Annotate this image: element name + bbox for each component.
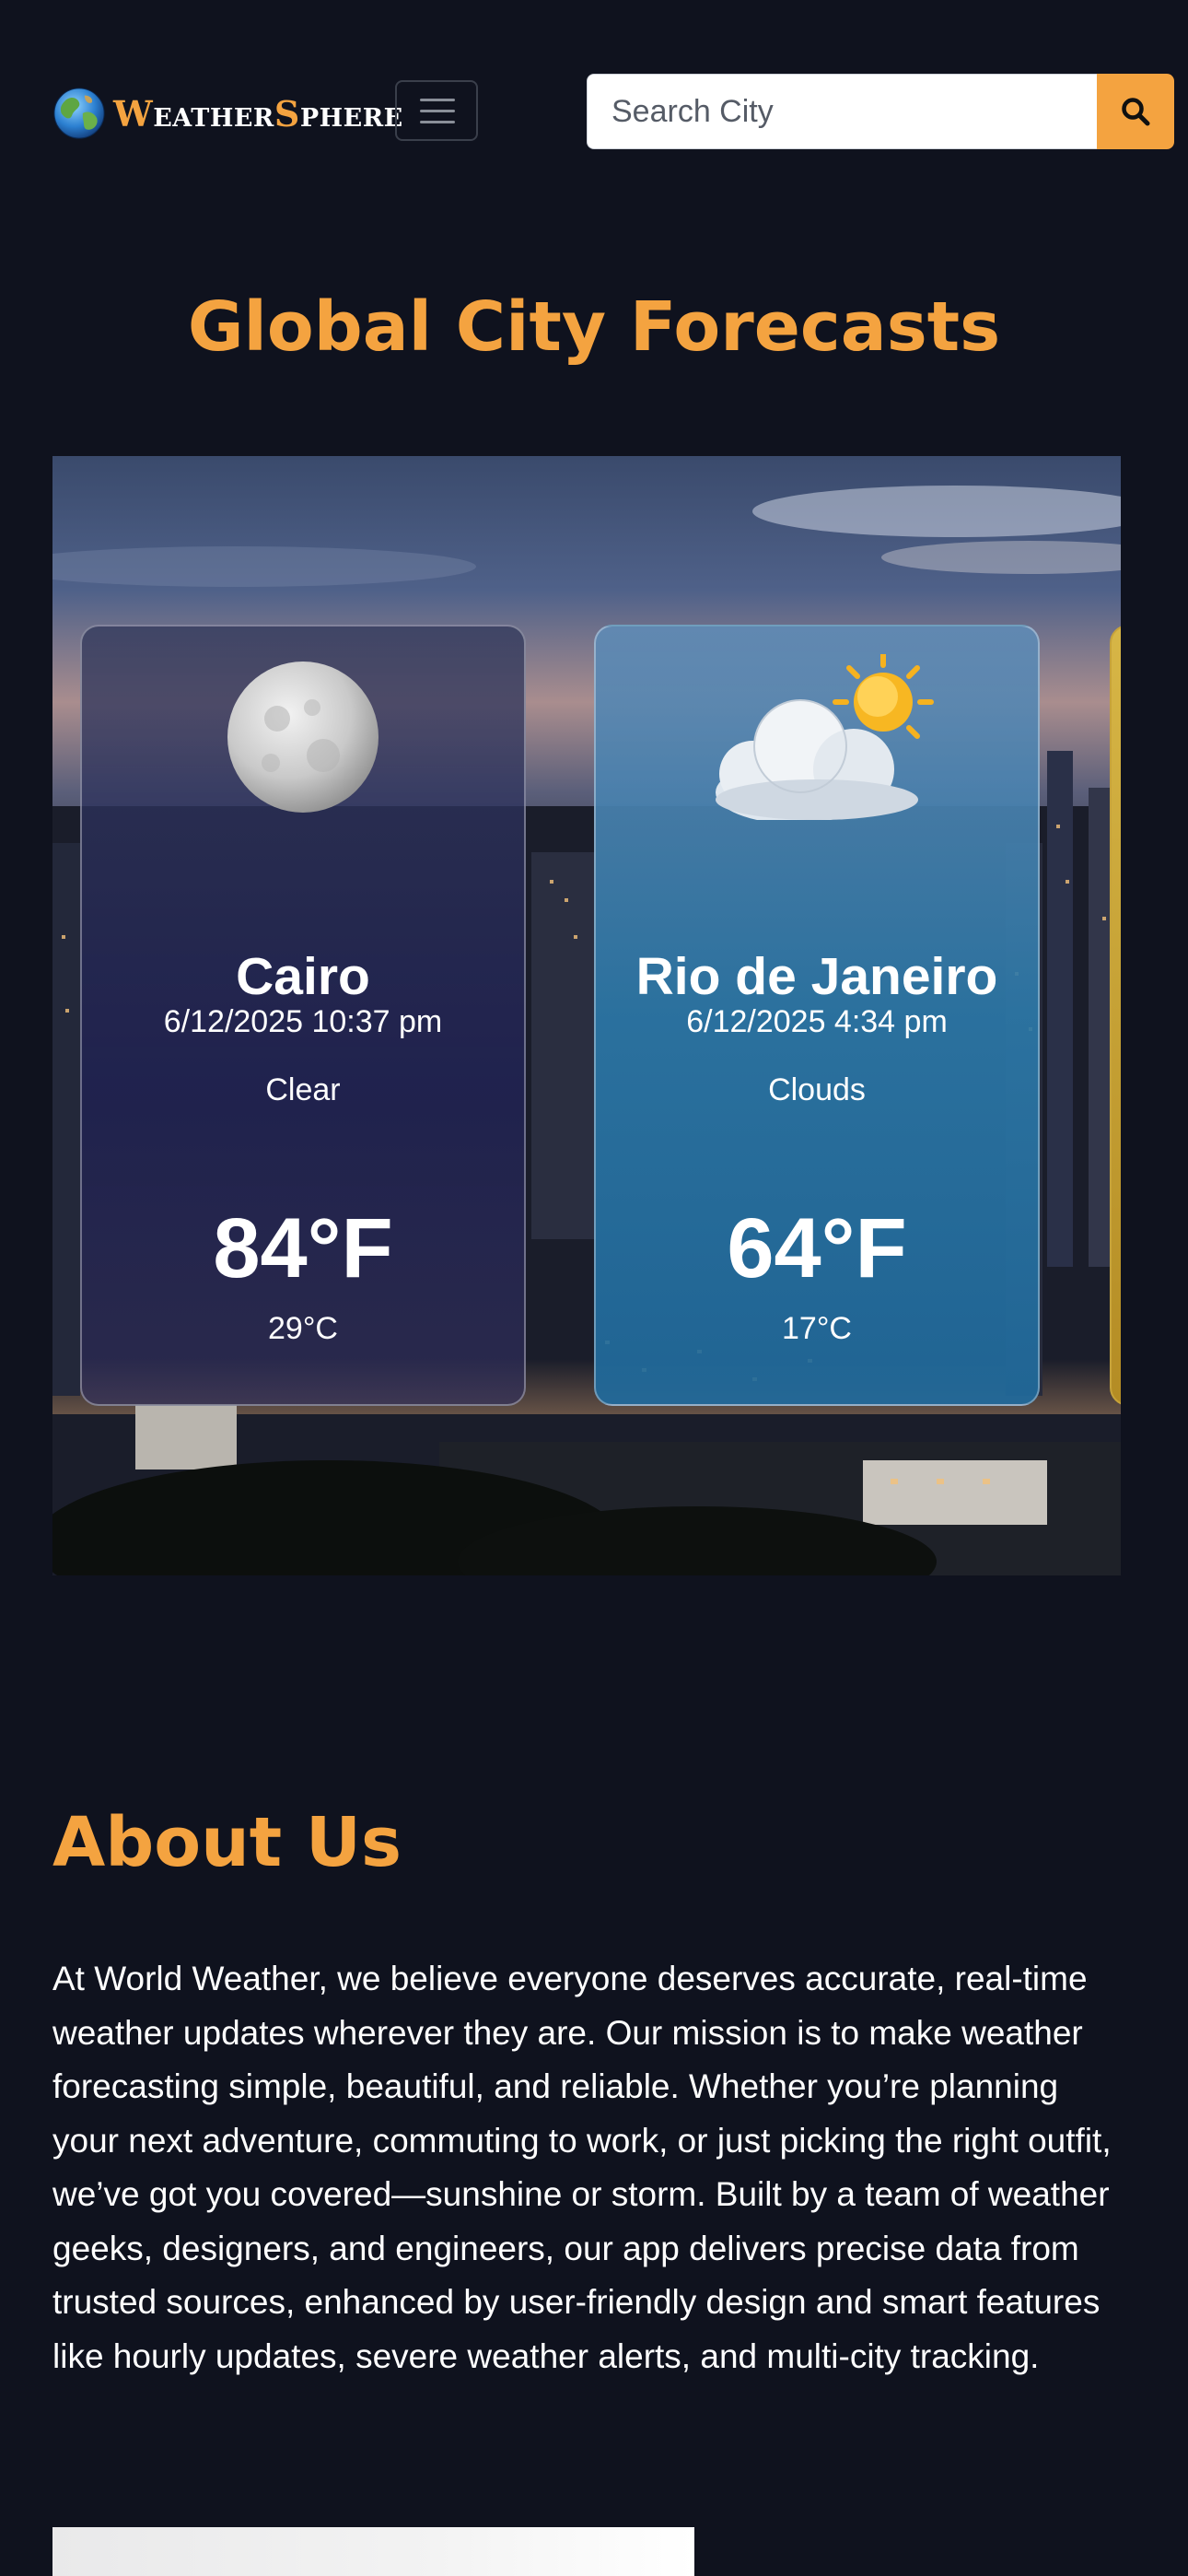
temperature-celsius: 17°C [782, 1311, 852, 1346]
weather-condition: Clouds [768, 1072, 866, 1107]
navbar: WeatherSphere [52, 74, 1174, 151]
about-title: About Us [52, 1803, 402, 1882]
temperature-fahrenheit: 64°F [727, 1201, 907, 1295]
forecasts-title: Global City Forecasts [187, 287, 1001, 367]
temperature-fahrenheit: 84°F [213, 1201, 393, 1295]
search-input[interactable] [587, 74, 1097, 149]
globe-icon [53, 88, 105, 139]
about-image [52, 2527, 694, 2576]
local-datetime: 6/12/2025 10:37 pm [163, 1004, 443, 1039]
brand-logo-link[interactable]: WeatherSphere [52, 85, 403, 142]
search-form [587, 74, 1174, 149]
moon-icon [227, 662, 379, 813]
about-description: At World Weather, we believe everyone de… [52, 1960, 1112, 2375]
city-forecast-carousel[interactable]: Cairo 6/12/2025 10:37 pm Clear 84°F 29°C [52, 456, 1121, 1575]
city-card-cairo[interactable]: Cairo 6/12/2025 10:37 pm Clear 84°F 29°C [80, 625, 526, 1406]
search-button[interactable] [1097, 74, 1174, 149]
city-card-partial[interactable] [1110, 625, 1121, 1406]
search-icon [1122, 98, 1150, 126]
city-card-rio-de-janeiro[interactable]: Rio de Janeiro 6/12/2025 4:34 pm Clouds … [594, 625, 1040, 1406]
weather-condition: Clear [265, 1072, 341, 1107]
partly-cloudy-icon [716, 654, 934, 820]
temperature-celsius: 29°C [268, 1311, 338, 1346]
brand-name: WeatherSphere [113, 92, 403, 135]
local-datetime: 6/12/2025 4:34 pm [686, 1004, 948, 1039]
menu-toggle-button[interactable] [395, 80, 478, 141]
